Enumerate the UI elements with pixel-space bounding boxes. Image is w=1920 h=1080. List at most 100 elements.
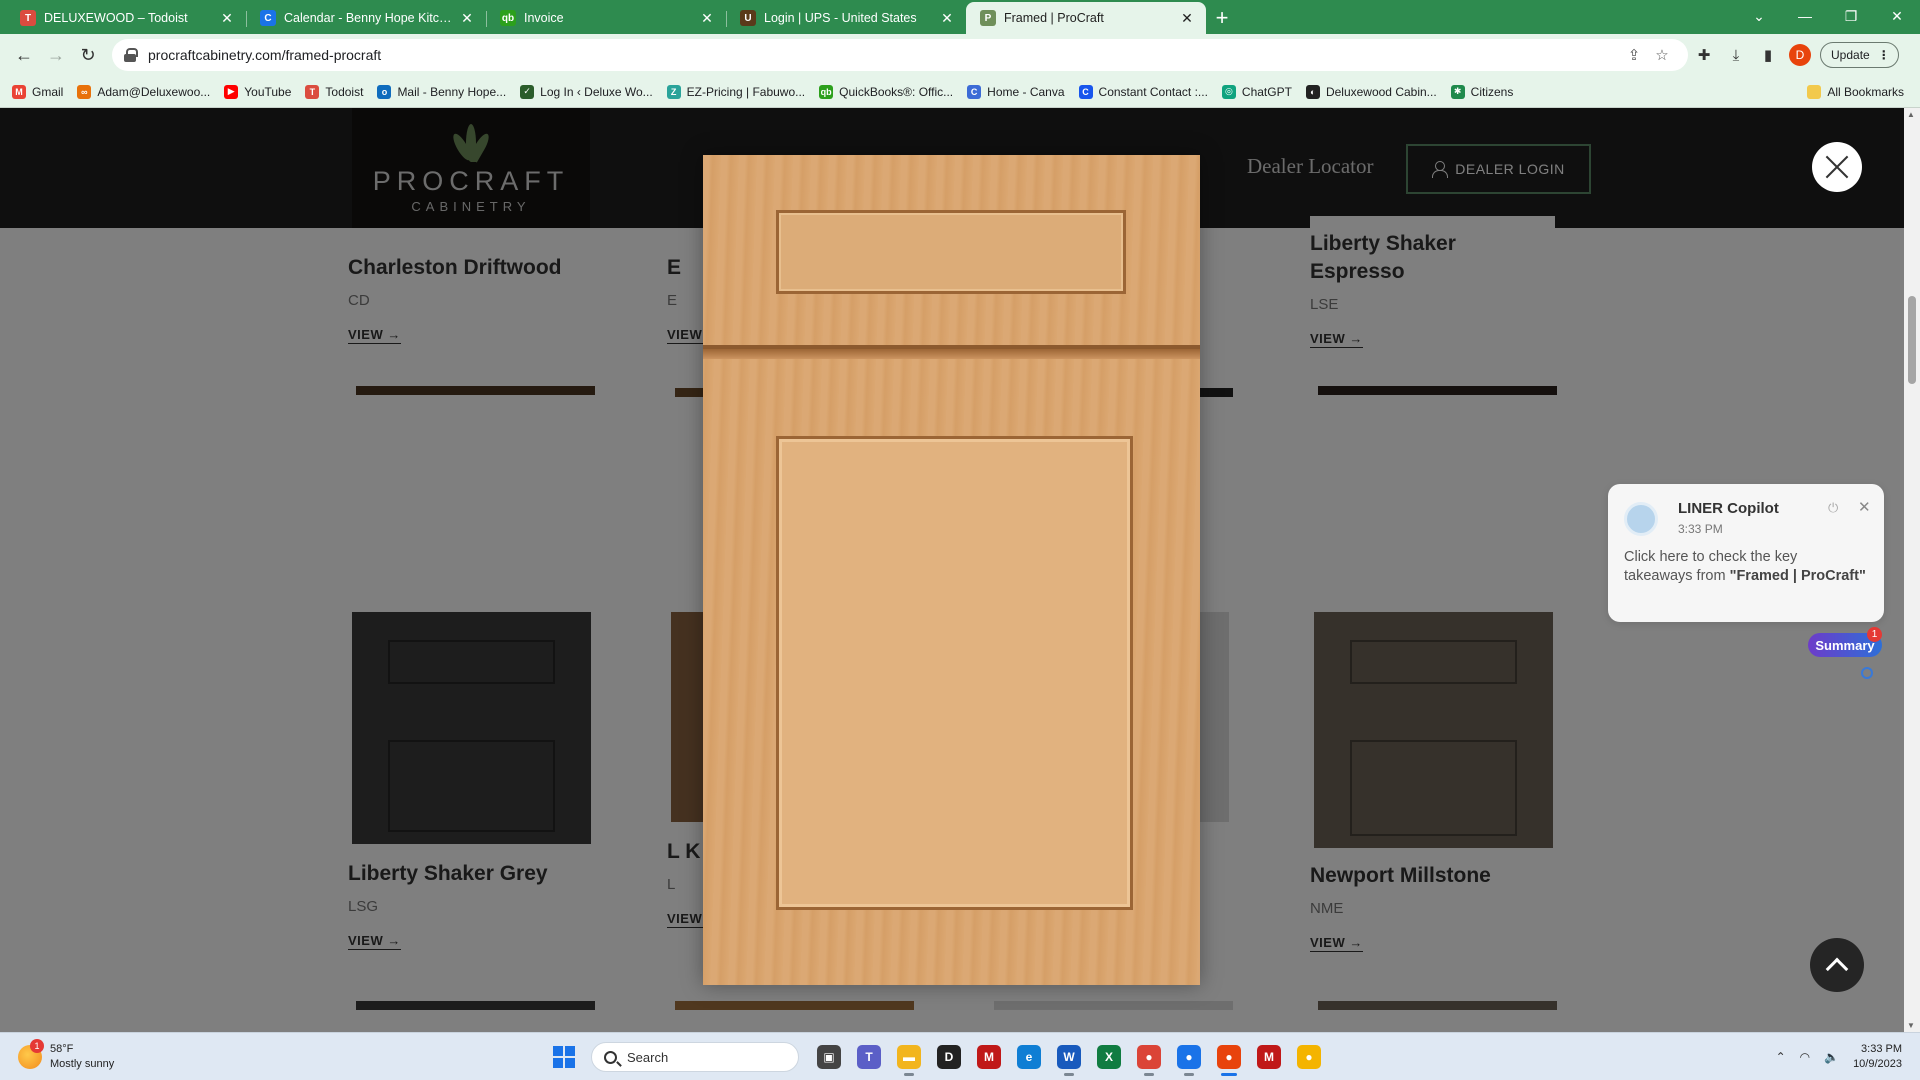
- page-scrollbar[interactable]: ▲ ▼: [1904, 108, 1920, 1032]
- bookmark-favicon-icon: C: [1078, 84, 1093, 99]
- restore-button[interactable]: ❐: [1828, 0, 1874, 32]
- liner-message[interactable]: Click here to check the key takeaways fr…: [1624, 548, 1869, 586]
- profile-avatar[interactable]: D: [1789, 44, 1811, 66]
- close-window-button[interactable]: ✕: [1874, 0, 1920, 32]
- bookmark-favicon-icon: M: [12, 84, 26, 99]
- update-label: Update: [1831, 48, 1870, 62]
- browser-tab[interactable]: T DELUXEWOOD – Todoist ✕: [6, 2, 246, 34]
- chevron-up-icon: [1825, 957, 1849, 981]
- bookmark-label: Todoist: [325, 84, 364, 99]
- reload-button[interactable]: ↻: [72, 39, 104, 71]
- taskbar-app-chrome-active[interactable]: ●: [1211, 1038, 1247, 1076]
- taskbar-app-excel[interactable]: X: [1091, 1038, 1127, 1076]
- taskbar-app-word[interactable]: W: [1051, 1038, 1087, 1076]
- tab-title: Calendar - Benny Hope Kitchen: [284, 11, 452, 25]
- scroll-to-top-button[interactable]: [1810, 938, 1864, 992]
- drawer-front: [703, 155, 1200, 349]
- scroll-up-arrow-icon[interactable]: ▲: [1907, 110, 1915, 119]
- extensions-icon[interactable]: ✚: [1688, 39, 1720, 71]
- windows-taskbar: 1 58°F Mostly sunny Search ▣ T ▬ D Me W X ● ● ● M ●…: [0, 1032, 1920, 1080]
- side-panel-icon[interactable]: ▮: [1752, 39, 1784, 71]
- bookmark-item[interactable]: C Constant Contact :...: [1078, 84, 1208, 99]
- wifi-icon[interactable]: ◠: [1800, 1050, 1810, 1064]
- system-clock[interactable]: 3:33 PM 10/9/2023: [1853, 1042, 1902, 1072]
- scroll-down-arrow-icon[interactable]: ▼: [1907, 1021, 1915, 1030]
- bookmark-item[interactable]: Z EZ-Pricing | Fabuwo...: [666, 84, 805, 99]
- taskbar-app-teams[interactable]: T: [851, 1038, 887, 1076]
- tab-close-icon[interactable]: ✕: [218, 9, 236, 27]
- cabinet-door-image: [703, 155, 1200, 985]
- scrollbar-thumb[interactable]: [1908, 296, 1916, 384]
- share-icon[interactable]: ⇪: [1620, 41, 1648, 69]
- clock-time: 3:33 PM: [1861, 1043, 1902, 1055]
- forward-button[interactable]: →: [40, 39, 72, 71]
- bookmark-item[interactable]: o Mail - Benny Hope...: [377, 84, 506, 99]
- bookmark-item[interactable]: ▶ YouTube: [224, 84, 292, 99]
- folder-icon: [1807, 84, 1822, 99]
- bookmark-item[interactable]: ◐ Deluxewood Cabin...: [1305, 84, 1437, 99]
- bookmark-favicon-icon: ✓: [520, 84, 535, 99]
- tab-search-icon[interactable]: ⌄: [1736, 0, 1782, 32]
- bookmark-item[interactable]: ✓ Log In ‹ Deluxe Wo...: [520, 84, 653, 99]
- clock-date: 10/9/2023: [1853, 1058, 1902, 1070]
- start-button[interactable]: [545, 1038, 583, 1076]
- taskbar-app-chrome[interactable]: ●: [1131, 1038, 1167, 1076]
- downloads-icon[interactable]: ⤓: [1720, 39, 1752, 71]
- bookmark-item[interactable]: qb QuickBooks®: Offic...: [819, 84, 954, 99]
- tab-close-icon[interactable]: ✕: [458, 9, 476, 27]
- new-tab-button[interactable]: +: [1206, 2, 1238, 34]
- tab-title: DELUXEWOOD – Todoist: [44, 11, 188, 25]
- close-icon: [1824, 154, 1850, 180]
- tab-favicon-icon: T: [20, 10, 36, 26]
- bookmark-star-icon[interactable]: ☆: [1648, 41, 1676, 69]
- taskbar-app-mcafee-2[interactable]: M: [1251, 1038, 1287, 1076]
- url-text[interactable]: procraftcabinetry.com/framed-procraft: [148, 47, 1620, 63]
- bookmark-item[interactable]: T Todoist: [305, 84, 364, 99]
- back-button[interactable]: ←: [8, 39, 40, 71]
- tab-title: Framed | ProCraft: [1004, 11, 1104, 25]
- weather-badge: 1: [30, 1039, 44, 1053]
- speaker-icon[interactable]: 🔈: [1824, 1050, 1839, 1064]
- taskbar-app-mcafee[interactable]: M: [971, 1038, 1007, 1076]
- weather-widget[interactable]: 1 58°F Mostly sunny: [18, 1039, 114, 1072]
- task-view-icon: ▣: [817, 1045, 841, 1069]
- bookmark-label: QuickBooks®: Offic...: [839, 84, 954, 99]
- taskbar-app-task-view[interactable]: ▣: [811, 1038, 847, 1076]
- taskbar-app-file-explorer[interactable]: ▬: [891, 1038, 927, 1076]
- door-recessed-panel: [776, 436, 1133, 910]
- browser-tab[interactable]: C Calendar - Benny Hope Kitchen ✕: [246, 2, 486, 34]
- lightbox-close-button[interactable]: [1812, 142, 1862, 192]
- taskbar-app-chrome-profile[interactable]: ●: [1171, 1038, 1207, 1076]
- tab-title: Login | UPS - United States: [764, 11, 917, 25]
- taskbar-search[interactable]: Search: [591, 1042, 799, 1072]
- bookmark-label: Home - Canva: [987, 84, 1065, 99]
- taskbar-app-chrome-2[interactable]: ●: [1291, 1038, 1327, 1076]
- bookmark-label: YouTube: [244, 84, 292, 99]
- liner-close-icon[interactable]: ✕: [1858, 498, 1871, 516]
- excel-icon: X: [1097, 1045, 1121, 1069]
- bookmark-item[interactable]: M Gmail: [12, 84, 63, 99]
- all-bookmarks[interactable]: All Bookmarks: [1807, 84, 1904, 99]
- browser-tab[interactable]: U Login | UPS - United States ✕: [726, 2, 966, 34]
- taskbar-app-edge[interactable]: e: [1011, 1038, 1047, 1076]
- liner-search-icon[interactable]: [1861, 667, 1873, 679]
- tab-title: Invoice: [524, 11, 564, 25]
- liner-copilot-popup[interactable]: LINER Copilot 3:33 PM ⏻ ✕ Click here to …: [1608, 484, 1884, 622]
- sun-icon: 1: [18, 1039, 44, 1069]
- browser-tab[interactable]: P Framed | ProCraft ✕: [966, 2, 1206, 34]
- update-button[interactable]: Update ⋮: [1820, 42, 1899, 68]
- tab-close-icon[interactable]: ✕: [698, 9, 716, 27]
- lock-icon[interactable]: [124, 48, 138, 62]
- bookmark-item[interactable]: ✱ Citizens: [1450, 84, 1513, 99]
- bookmark-item[interactable]: ◎ ChatGPT: [1221, 84, 1292, 99]
- bookmark-item[interactable]: C Home - Canva: [967, 84, 1065, 99]
- address-bar[interactable]: procraftcabinetry.com/framed-procraft ⇪ …: [112, 39, 1688, 71]
- power-icon[interactable]: ⏻: [1828, 500, 1838, 516]
- bookmark-item[interactable]: ∞ Adam@Deluxewoo...: [77, 84, 210, 99]
- minimize-button[interactable]: —: [1782, 0, 1828, 32]
- tab-close-icon[interactable]: ✕: [1178, 9, 1196, 27]
- tab-close-icon[interactable]: ✕: [938, 9, 956, 27]
- chevron-up-tray-icon[interactable]: ⌃: [1776, 1050, 1786, 1064]
- taskbar-app-dell[interactable]: D: [931, 1038, 967, 1076]
- browser-tab[interactable]: qb Invoice ✕: [486, 2, 726, 34]
